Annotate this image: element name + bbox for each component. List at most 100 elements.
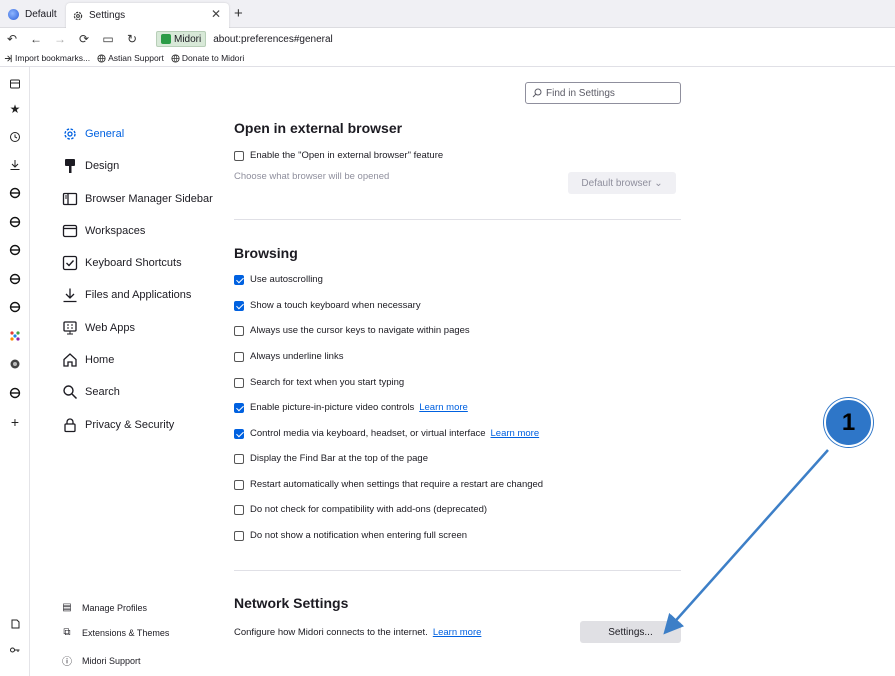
external-browser-checkbox[interactable]: Enable the "Open in external browser" fe… — [234, 150, 443, 161]
browsing-option[interactable]: Search for text when you start typing — [234, 377, 404, 388]
browsing-option[interactable]: Show a touch keyboard when necessary — [234, 300, 421, 311]
web-panel-globe-icon[interactable] — [7, 299, 23, 315]
checkbox[interactable] — [234, 325, 244, 336]
downloads-icon[interactable] — [7, 157, 23, 173]
panel-icon[interactable] — [7, 76, 23, 92]
sidebar-settings-icon[interactable] — [7, 616, 23, 632]
web-panel-globe-icon[interactable] — [7, 185, 23, 201]
checkbox-label: Use autoscrolling — [250, 274, 323, 285]
close-tab-icon[interactable]: ✕ — [211, 7, 221, 21]
category-search[interactable]: Search — [61, 382, 120, 402]
manage-profiles-link[interactable]: ▤ Manage Profiles — [61, 602, 147, 613]
checkbox[interactable] — [234, 150, 244, 161]
profile-card-icon: ▤ — [62, 602, 72, 613]
home-icon — [61, 351, 79, 369]
key-icon[interactable] — [7, 642, 23, 658]
undo-close-icon[interactable]: ↶ — [0, 32, 24, 46]
checkbox[interactable] — [234, 479, 244, 490]
divider — [234, 219, 681, 220]
help-icon: ⓘ — [62, 657, 72, 668]
browsing-option[interactable]: Restart automatically when settings that… — [234, 479, 543, 490]
history-clock-icon[interactable] — [7, 129, 23, 145]
browsing-option[interactable]: Use autoscrolling — [234, 274, 323, 285]
browsing-option[interactable]: Do not show a notification when entering… — [234, 530, 467, 541]
checkbox-label: Always underline links — [250, 351, 344, 362]
learn-more-link[interactable]: Learn more — [491, 428, 540, 439]
bookmark-donate[interactable]: Donate to Midori — [171, 53, 244, 63]
navigation-bar: ↶ ← → ⟳ ▭ ↻ Midori about:preferences#gen… — [0, 28, 895, 50]
checkbox[interactable] — [234, 300, 244, 311]
checkbox[interactable] — [234, 530, 244, 541]
category-design[interactable]: Design — [61, 156, 119, 176]
extension-icon[interactable] — [7, 356, 23, 372]
tab-settings[interactable]: Settings ✕ — [66, 3, 229, 28]
category-general[interactable]: General — [61, 124, 124, 144]
new-tab-button[interactable]: + — [234, 5, 243, 22]
midori-support-link[interactable]: ⓘ Midori Support — [61, 653, 141, 669]
web-panel-globe-icon[interactable] — [7, 385, 23, 401]
network-description-text: Configure how Midori connects to the int… — [234, 627, 428, 638]
checkbox-label: Search for text when you start typing — [250, 377, 405, 388]
bookmark-label: Donate to Midori — [181, 53, 245, 63]
gear-icon — [61, 125, 79, 143]
download-icon — [61, 286, 79, 304]
checkbox-label: Enable picture-in-picture video controls — [250, 402, 415, 413]
url-text[interactable]: about:preferences#general — [213, 34, 333, 45]
extensions-themes-link[interactable]: ⧉ Extensions & Themes — [61, 627, 169, 638]
back-button[interactable]: ← — [24, 32, 48, 46]
browsing-option[interactable]: Control media via keyboard, headset, or … — [234, 428, 539, 439]
category-label: Browser Manager Sidebar — [85, 193, 213, 205]
network-settings-button[interactable]: Settings... — [580, 621, 681, 643]
category-privacy-security[interactable]: Privacy & Security — [61, 415, 174, 435]
web-panel-globe-icon[interactable] — [7, 214, 23, 230]
checkbox[interactable] — [234, 504, 244, 515]
checkbox[interactable] — [234, 274, 244, 285]
keyboard-check-icon — [61, 254, 79, 272]
browsing-option[interactable]: Enable picture-in-picture video controls… — [234, 402, 468, 413]
url-bar[interactable]: Midori about:preferences#general — [156, 30, 333, 48]
add-panel-icon[interactable]: + — [7, 414, 23, 430]
browsing-option[interactable]: Do not check for compatibility with add-… — [234, 504, 487, 515]
footer-label: Midori Support — [82, 655, 141, 666]
category-keyboard-shortcuts[interactable]: Keyboard Shortcuts — [61, 253, 182, 273]
bookmark-label: Import bookmarks... — [15, 53, 91, 63]
category-files-and-applications[interactable]: Files and Applications — [61, 285, 191, 305]
reload-button[interactable]: ↻ — [120, 32, 144, 46]
category-browser-manager-sidebar[interactable]: Browser Manager Sidebar — [61, 189, 213, 209]
tab-default[interactable]: Default — [4, 3, 62, 25]
identity-chip[interactable]: Midori — [156, 31, 207, 47]
browsing-option[interactable]: Display the Find Bar at the top of the p… — [234, 453, 428, 464]
paint-brush-icon — [61, 157, 79, 175]
search-icon — [61, 383, 79, 401]
category-home[interactable]: Home — [61, 350, 114, 370]
checkbox[interactable] — [234, 351, 244, 362]
category-web-apps[interactable]: Web Apps — [61, 318, 135, 338]
web-panel-globe-icon[interactable] — [7, 271, 23, 287]
lock-icon — [61, 416, 79, 434]
find-in-settings-input[interactable]: Find in Settings — [525, 82, 681, 104]
sync-icon[interactable]: ⟳ — [72, 32, 96, 46]
external-browser-heading: Open in external browser — [234, 120, 403, 136]
bookmarks-star-icon[interactable]: ★ — [7, 101, 23, 117]
learn-more-link[interactable]: Learn more — [433, 627, 482, 638]
checkbox[interactable] — [234, 377, 244, 388]
tab-label: Default — [25, 8, 57, 20]
network-settings-heading: Network Settings — [234, 595, 349, 611]
forward-button[interactable]: → — [48, 32, 72, 46]
checkbox[interactable] — [234, 428, 244, 439]
bookmark-import[interactable]: Import bookmarks... — [4, 53, 90, 63]
learn-more-link[interactable]: Learn more — [419, 402, 468, 413]
web-panel-globe-icon[interactable] — [7, 242, 23, 258]
default-browser-dropdown[interactable]: Default browser ⌄ — [568, 172, 676, 194]
checkbox[interactable] — [234, 402, 244, 413]
category-workspaces[interactable]: Workspaces — [61, 221, 145, 241]
browsing-option[interactable]: Always underline links — [234, 351, 343, 362]
bookmark-astian-support[interactable]: Astian Support — [97, 53, 164, 63]
category-label: Privacy & Security — [85, 419, 175, 431]
search-placeholder: Find in Settings — [546, 87, 615, 99]
browsing-option[interactable]: Always use the cursor keys to navigate w… — [234, 325, 470, 336]
colorful-apps-icon[interactable] — [7, 328, 23, 344]
checkbox-label: Do not check for compatibility with add-… — [250, 504, 488, 515]
checkbox[interactable] — [234, 453, 244, 464]
sidebar-toggle-icon[interactable]: ▭ — [96, 32, 120, 46]
